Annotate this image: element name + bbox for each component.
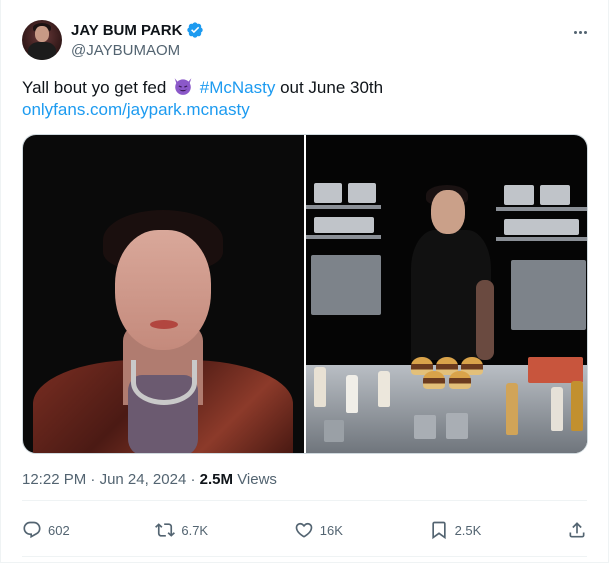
tweet-text-after: out June 30th [280, 78, 384, 97]
tweet-card: JAY BUM PARK @JAYBUMAOM Yall bout yo get… [0, 0, 609, 563]
views-label: Views [237, 471, 277, 488]
smiling-devil-emoji-icon [174, 78, 192, 95]
repost-icon [155, 523, 176, 537]
kitchen-photo[interactable] [306, 135, 587, 453]
like-count: 16K [319, 522, 343, 538]
tweet-date[interactable]: Jun 24, 2024 [100, 471, 187, 488]
views-count: 2.5M [199, 471, 234, 488]
verified-badge-icon [187, 22, 204, 38]
tweet-time[interactable]: 12:22 PM [22, 471, 86, 488]
handle[interactable]: @JAYBUMAOM [71, 42, 180, 59]
repost-button[interactable]: 6.7K [155, 520, 208, 540]
author-name-row: JAY BUM PARK [71, 21, 204, 39]
portrait-photo[interactable] [23, 135, 304, 453]
media-grid [22, 134, 588, 454]
action-bar: 602 6.7K 16K 2.5K [22, 516, 587, 544]
avatar[interactable] [22, 20, 62, 60]
like-button[interactable]: 16K [294, 520, 343, 540]
tweet-text-before: Yall bout yo get fed [22, 78, 167, 97]
bookmark-button[interactable]: 2.5K [429, 520, 482, 540]
divider [22, 500, 587, 501]
reply-icon [23, 521, 41, 539]
display-name[interactable]: JAY BUM PARK [71, 22, 182, 39]
hashtag-link[interactable]: #McNasty [200, 78, 276, 97]
reply-count: 602 [48, 522, 70, 538]
divider [22, 556, 587, 557]
more-options-icon[interactable] [570, 22, 590, 42]
bookmark-icon [431, 521, 446, 540]
bookmark-count: 2.5K [454, 522, 482, 538]
share-icon [569, 522, 585, 538]
tweet-url-link[interactable]: onlyfans.com/jaypark.mcnasty [22, 100, 250, 120]
heart-icon [295, 522, 313, 538]
share-button[interactable] [567, 520, 587, 540]
tweet-meta: 12:22 PM · Jun 24, 2024 · 2.5M Views [22, 471, 277, 488]
tweet-text: Yall bout yo get fed #McNasty out June 3… [22, 76, 383, 99]
repost-count: 6.7K [181, 522, 209, 538]
reply-button[interactable]: 602 [22, 520, 70, 540]
